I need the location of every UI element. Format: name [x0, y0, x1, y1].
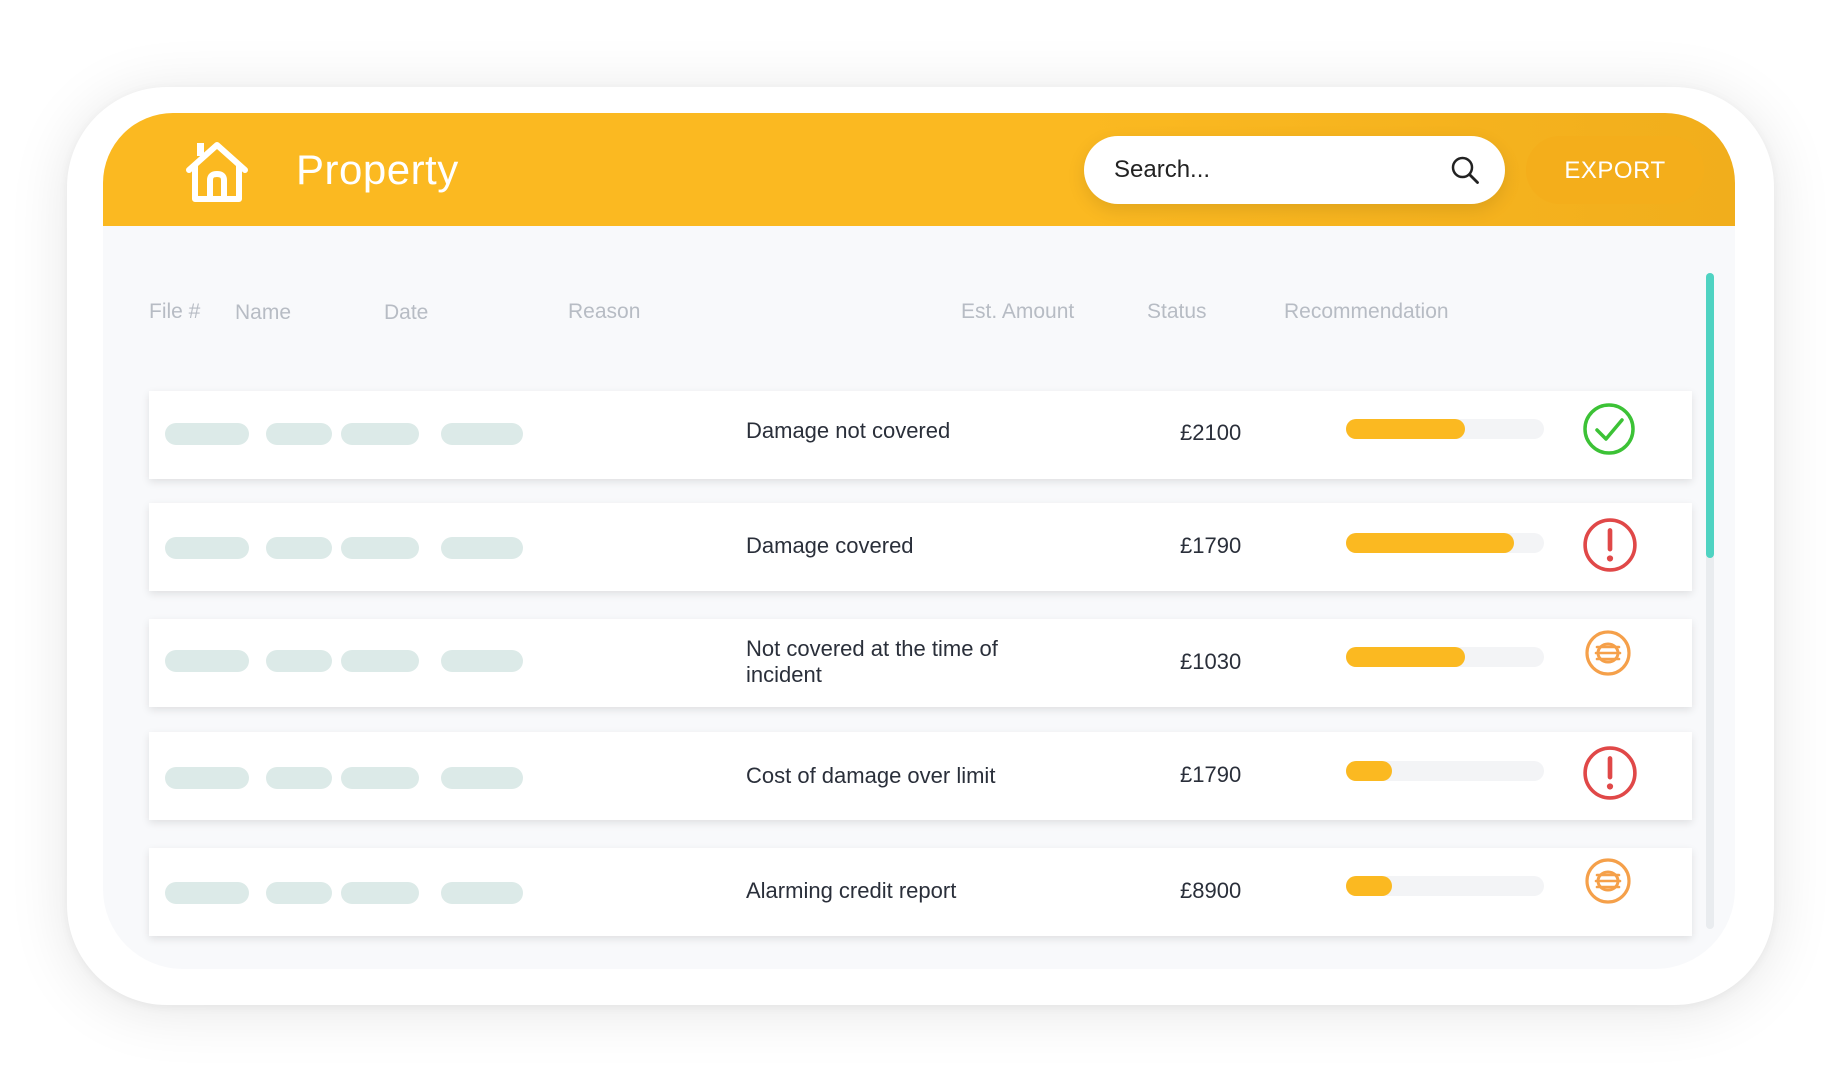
table-row[interactable]: Cost of damage over limit £1790 [149, 732, 1692, 820]
date-placeholder [441, 537, 523, 559]
file-number-placeholder [165, 767, 249, 789]
table-row[interactable]: Damage covered £1790 [149, 503, 1692, 591]
status-progress [1346, 419, 1544, 439]
file-number-placeholder [165, 537, 249, 559]
review-money-icon[interactable] [1584, 629, 1632, 677]
last-name-placeholder [341, 650, 419, 672]
status-progress-fill [1346, 533, 1515, 553]
first-name-placeholder [266, 537, 332, 559]
warning-exclamation-icon[interactable] [1582, 745, 1638, 801]
first-name-placeholder [266, 882, 332, 904]
reason-text: Cost of damage over limit [746, 763, 996, 788]
date-placeholder [441, 882, 523, 904]
date-placeholder [441, 423, 523, 445]
date-placeholder [441, 767, 523, 789]
last-name-placeholder [341, 423, 419, 445]
first-name-placeholder [266, 650, 332, 672]
first-name-placeholder [266, 767, 332, 789]
status-progress-fill [1346, 419, 1465, 439]
status-progress [1346, 533, 1544, 553]
status-progress [1346, 647, 1544, 667]
amount-text: £1790 [1180, 762, 1242, 787]
table-row[interactable]: Alarming credit report £8900 [149, 848, 1692, 936]
status-progress-fill [1346, 761, 1392, 781]
date-placeholder [441, 650, 523, 672]
column-header-recommendation[interactable]: Recommendation [1284, 300, 1449, 324]
file-number-placeholder [165, 423, 249, 445]
reason-text: Alarming credit report [746, 878, 957, 903]
amount-text: £1030 [1180, 649, 1242, 674]
status-progress-fill [1346, 647, 1465, 667]
approve-check-icon[interactable] [1582, 402, 1636, 456]
first-name-placeholder [266, 423, 332, 445]
column-header-amount[interactable]: Est. Amount [961, 300, 1074, 324]
file-number-placeholder [165, 882, 249, 904]
review-money-icon[interactable] [1584, 857, 1632, 905]
export-button[interactable]: EXPORT [1526, 136, 1704, 204]
column-header-name[interactable]: Name [235, 301, 291, 325]
status-progress-fill [1346, 876, 1392, 896]
last-name-placeholder [341, 537, 419, 559]
home-icon [186, 142, 248, 202]
status-progress [1346, 761, 1544, 781]
header-bar: Property EXPORT [103, 113, 1735, 226]
column-header-reason[interactable]: Reason [568, 300, 640, 324]
amount-text: £1790 [1180, 533, 1242, 558]
page-title: Property [296, 146, 459, 193]
amount-text: £2100 [1180, 420, 1242, 445]
warning-exclamation-icon[interactable] [1582, 517, 1638, 573]
table-row[interactable]: Not covered at the time of incident £103… [149, 619, 1692, 707]
column-header-status[interactable]: Status [1147, 300, 1207, 324]
search-box[interactable] [1084, 136, 1505, 204]
file-number-placeholder [165, 650, 249, 672]
status-progress [1346, 876, 1544, 896]
last-name-placeholder [341, 767, 419, 789]
device-frame: Property EXPORT File # Name Date Reason … [67, 87, 1774, 1005]
column-header-date[interactable]: Date [384, 301, 428, 325]
app-screen: Property EXPORT File # Name Date Reason … [103, 113, 1735, 969]
table-row[interactable]: Damage not covered £2100 [149, 391, 1692, 479]
scrollbar[interactable] [1706, 273, 1714, 929]
scrollbar-thumb[interactable] [1706, 273, 1714, 558]
amount-text: £8900 [1180, 878, 1242, 903]
column-header-file[interactable]: File # [149, 300, 200, 324]
reason-text: Not covered at the time of incident [746, 636, 998, 687]
reason-text: Damage covered [746, 533, 914, 558]
search-icon[interactable] [1450, 155, 1480, 185]
last-name-placeholder [341, 882, 419, 904]
search-input[interactable] [1114, 136, 1434, 204]
reason-text: Damage not covered [746, 418, 951, 443]
